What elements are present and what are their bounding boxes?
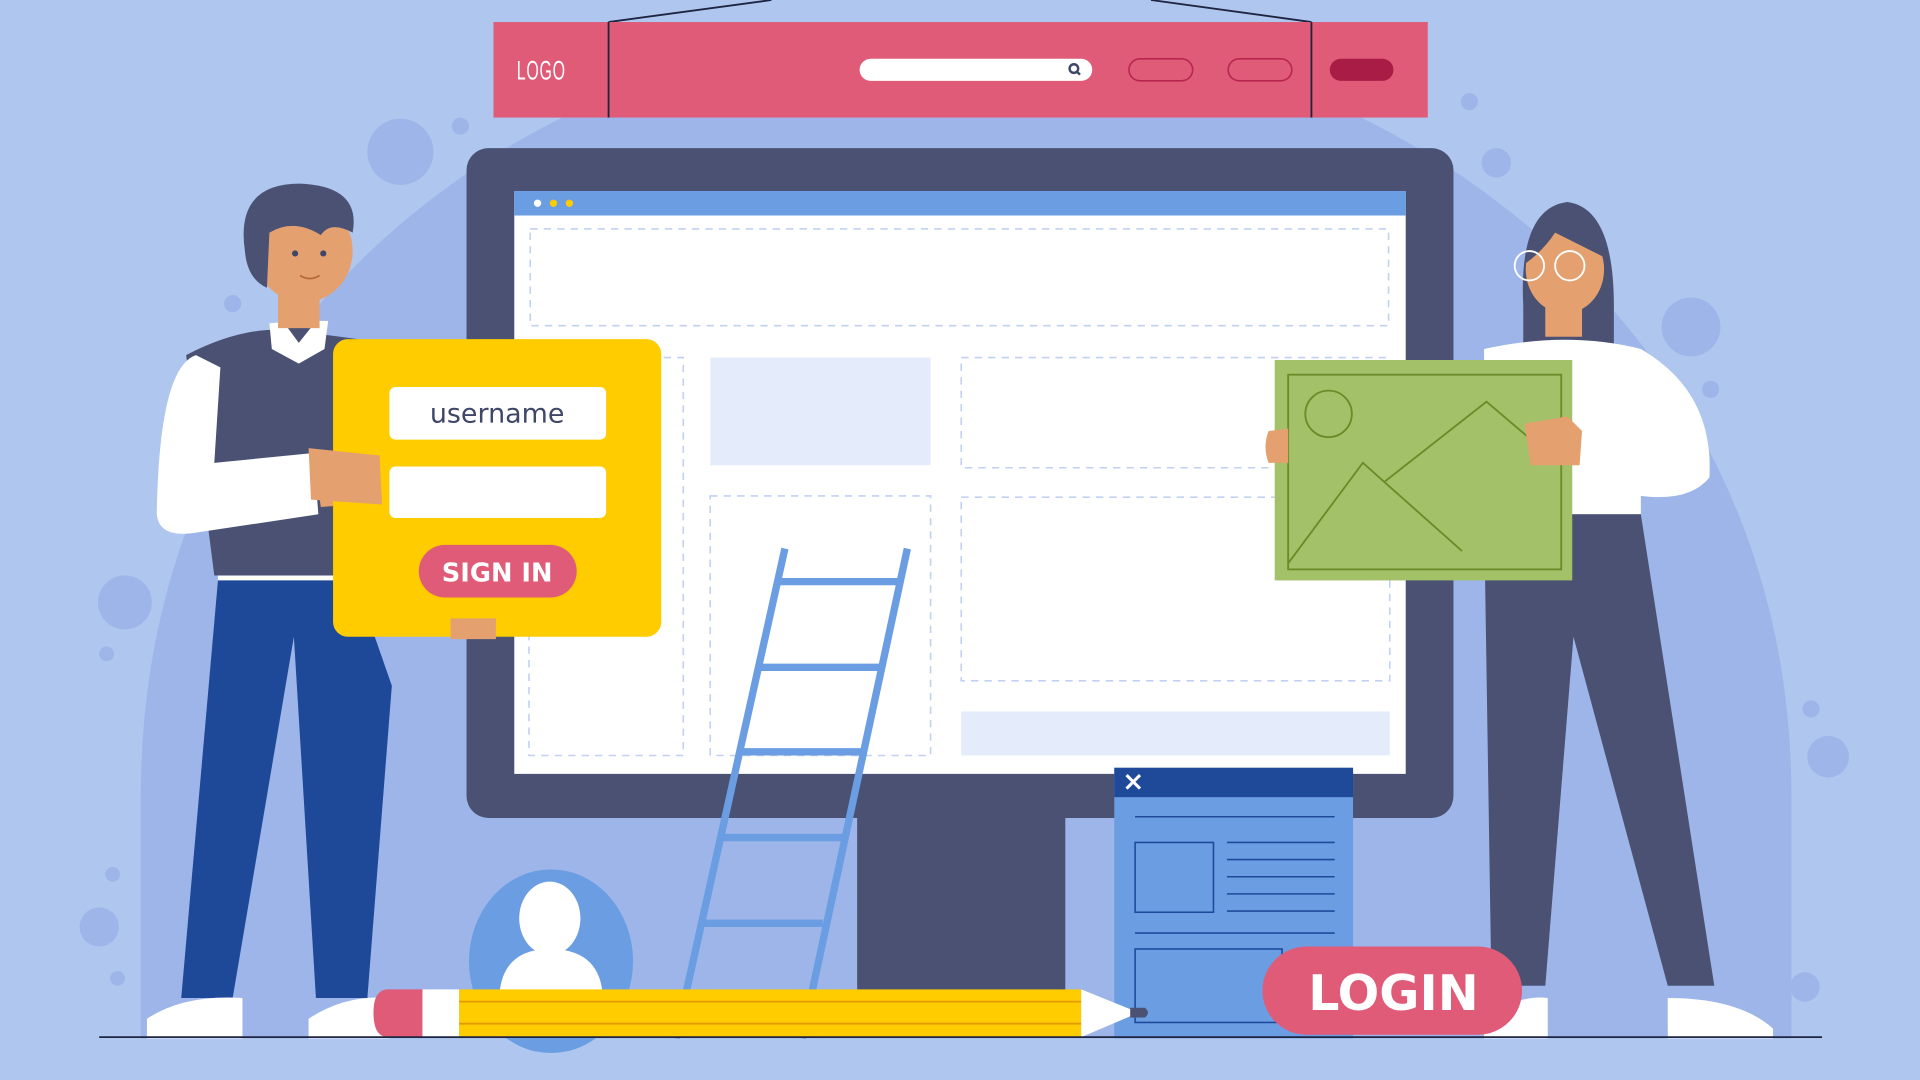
illustration-canvas: LOGO username SIGN IN LOGIN [0, 0, 1920, 1080]
sign-in-button[interactable]: SIGN IN [418, 544, 577, 598]
browser-header [514, 191, 1406, 216]
search-input[interactable] [859, 58, 1093, 81]
maximize-dot [565, 199, 574, 207]
pencil [373, 989, 1148, 1038]
placeholder-footer-bar [961, 711, 1390, 756]
placeholder-image-block [710, 357, 931, 466]
picture-card [1265, 360, 1583, 581]
nav-logo[interactable]: LOGO [517, 56, 566, 86]
nav-bar: LOGO [493, 22, 1428, 118]
username-field[interactable]: username [389, 386, 607, 440]
sign-in-label: SIGN IN [442, 559, 553, 589]
popup-header [1114, 767, 1354, 798]
login-label: LOGIN [1308, 965, 1478, 1022]
login-button[interactable]: LOGIN [1262, 946, 1523, 1035]
password-field[interactable] [389, 466, 607, 518]
minimize-dot [549, 199, 558, 207]
nav-button-primary[interactable] [1329, 58, 1394, 81]
close-dot [533, 199, 542, 207]
username-placeholder: username [430, 398, 565, 429]
login-card: username SIGN IN [308, 339, 662, 640]
